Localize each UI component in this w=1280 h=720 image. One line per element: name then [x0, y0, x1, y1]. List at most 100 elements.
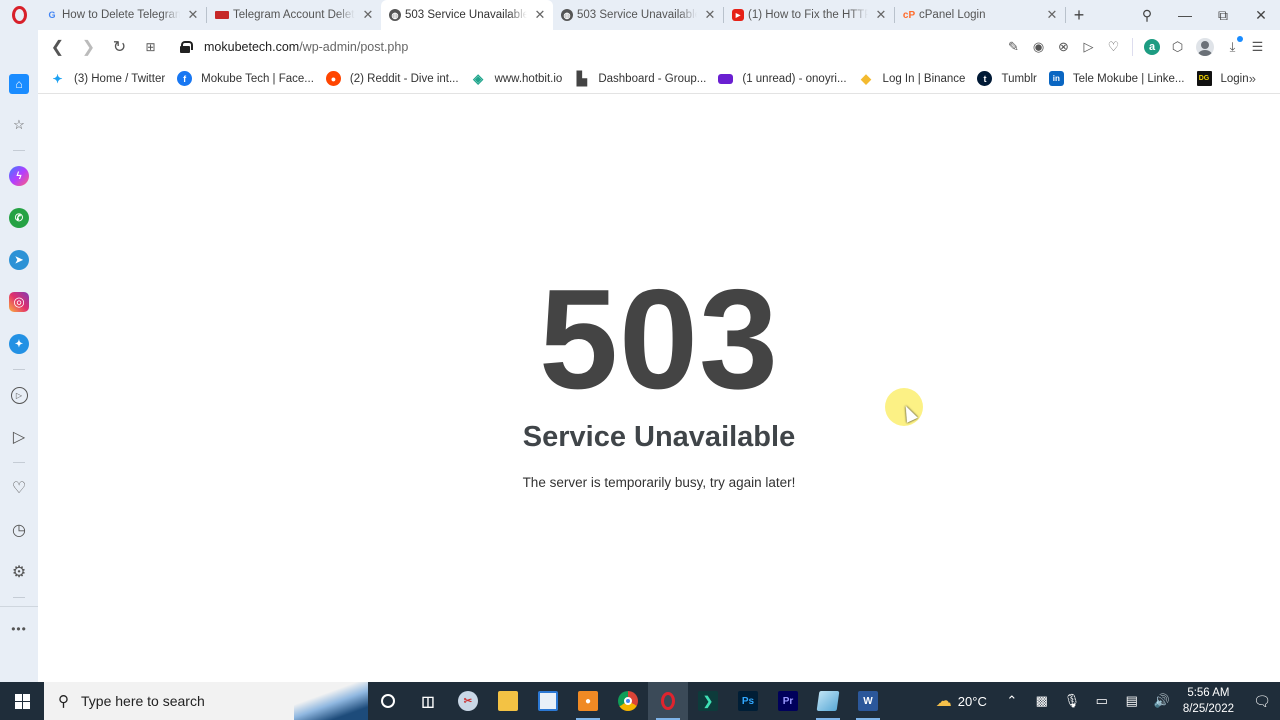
sidebar-twitter[interactable]: ✦ — [0, 323, 38, 365]
notification-center-icon[interactable]: 🗨 — [1244, 693, 1280, 710]
tab-3[interactable]: ◍ 503 Service Unavailable ✕ — [553, 0, 723, 30]
close-icon[interactable]: ✕ — [703, 7, 717, 23]
bookmark-dashboard[interactable]: ▙ Dashboard - Group... — [574, 71, 707, 86]
adblock-icon[interactable]: ⊗ — [1051, 39, 1076, 55]
camera-tray-icon[interactable]: ▩ — [1027, 693, 1057, 709]
clock[interactable]: 5:56 AM 8/25/2022 — [1183, 685, 1234, 717]
battery-icon[interactable]: ▭ — [1087, 693, 1117, 709]
tab-0[interactable]: G How to Delete Telegram ✕ — [38, 0, 206, 30]
globe-icon: ◍ — [389, 9, 401, 21]
close-window-button[interactable]: ✕ — [1242, 7, 1280, 24]
back-button[interactable]: ❮ — [42, 37, 73, 57]
forward-button[interactable]: ❯ — [73, 37, 104, 57]
sidebar-history[interactable]: ◷ — [0, 509, 38, 551]
extensions-cube-icon[interactable]: ⬡ — [1165, 39, 1190, 55]
sidebar-more[interactable]: ••• — [0, 607, 38, 651]
tabs-grid-button[interactable]: ⊞ — [135, 40, 166, 54]
minimize-button[interactable]: — — [1166, 7, 1204, 23]
send-icon[interactable]: ▷ — [1076, 39, 1101, 55]
easy-setup-icon[interactable]: ☰ — [1245, 39, 1270, 55]
url-path: /wp-admin/post.php — [299, 40, 409, 54]
taskbar-app-filmora[interactable]: ❯ — [688, 682, 728, 720]
bookmark-login[interactable]: DG Login — [1196, 71, 1249, 86]
weather-widget[interactable]: ☁ 20°C — [936, 691, 987, 711]
sidebar-telegram[interactable]: ➤ — [0, 239, 38, 281]
close-icon[interactable]: ✕ — [1045, 7, 1059, 23]
taskbar-app-explorer[interactable] — [488, 682, 528, 720]
word-icon: W — [858, 691, 878, 711]
instagram-icon: ◎ — [9, 292, 29, 312]
taskbar-app-news[interactable] — [528, 682, 568, 720]
taskbar-app-recorder[interactable]: ● — [568, 682, 608, 720]
sidebar-bookmarks[interactable]: ♡ — [0, 467, 38, 509]
url-field[interactable]: mokubetech.com/wp-admin/post.php — [180, 40, 408, 54]
tab-search-icon[interactable]: ⚲ — [1128, 7, 1166, 24]
restore-button[interactable]: ⧉ — [1204, 7, 1242, 24]
tab-title: How to Delete Telegram — [62, 9, 180, 21]
taskbar-app-photoshop[interactable]: Ps — [728, 682, 768, 720]
sidebar-messenger[interactable]: ϟ — [0, 155, 38, 197]
mail-icon — [718, 73, 734, 84]
tab-2-active[interactable]: ◍ 503 Service Unavailable ✕ — [381, 0, 553, 30]
tab-5[interactable]: cP cPanel Login ✕ — [895, 0, 1065, 30]
tab-4[interactable]: ▶ (1) How to Fix the HTTP ✕ — [724, 0, 894, 30]
close-icon[interactable]: ✕ — [533, 7, 547, 23]
taskbar-app-word[interactable]: W — [848, 682, 888, 720]
sidebar: ⌂ ☆ ϟ ✆ ➤ ◎ ✦ ▷ ▷ ♡ ◷ ⚙ ••• — [0, 30, 38, 682]
bookmark-hotbit[interactable]: ◈ www.hotbit.io — [471, 71, 562, 86]
network-icon[interactable]: ▤ — [1117, 693, 1147, 709]
edit-icon[interactable]: ✎ — [1001, 39, 1026, 55]
microphone-icon[interactable]: 🎙 — [1057, 693, 1087, 709]
bookmark-label: (1 unread) - onoyri... — [742, 72, 847, 85]
close-icon[interactable]: ✕ — [361, 7, 375, 23]
bookmark-binance[interactable]: ◆ Log In | Binance — [859, 70, 965, 86]
start-button[interactable] — [0, 682, 44, 720]
close-icon[interactable]: ✕ — [874, 7, 888, 23]
aria-icon[interactable]: a — [1144, 39, 1160, 55]
sidebar-instagram[interactable]: ◎ — [0, 281, 38, 323]
bookmark-twitter[interactable]: ✦ (3) Home / Twitter — [50, 71, 165, 86]
bookmarks-overflow-button[interactable]: » — [1249, 71, 1256, 86]
bookmark-reddit[interactable]: ● (2) Reddit - Dive int... — [325, 71, 459, 86]
taskbar-search[interactable]: ⚲ Type here to search — [44, 682, 368, 720]
taskbar-app-opera[interactable] — [648, 682, 688, 720]
taskbar-app-premiere[interactable]: Pr — [768, 682, 808, 720]
sidebar-settings[interactable]: ⚙ — [0, 551, 38, 593]
bookmark-tumblr[interactable]: t Tumblr — [977, 71, 1037, 86]
temperature: 20°C — [957, 693, 987, 709]
bookmarks-bar: ✦ (3) Home / Twitter f Mokube Tech | Face.… — [38, 64, 1280, 94]
sidebar-speed-dial[interactable]: ☆ — [0, 104, 38, 146]
cortana-button[interactable] — [368, 682, 408, 720]
sidebar-player[interactable]: ▷ — [0, 374, 38, 416]
twitter-icon: ✦ — [52, 71, 63, 86]
lock-icon[interactable] — [180, 41, 193, 53]
download-icon[interactable]: ⤓ — [1220, 36, 1245, 55]
bookmark-facebook[interactable]: f Mokube Tech | Face... — [177, 71, 314, 86]
snipping-tool-icon: ✂ — [458, 691, 478, 711]
tab-1[interactable]: Telegram Account Delete ✕ — [207, 0, 381, 30]
sidebar-divider — [13, 150, 25, 151]
sidebar-whatsapp[interactable]: ✆ — [0, 197, 38, 239]
taskbar-app-notepad[interactable] — [808, 682, 848, 720]
close-icon[interactable]: ✕ — [186, 7, 200, 23]
bookmark-label: Tele Mokube | Linke... — [1072, 72, 1185, 85]
new-tab-button[interactable]: + — [1066, 5, 1092, 26]
volume-icon[interactable]: 🔊 — [1147, 693, 1177, 709]
sidebar-home[interactable]: ⌂ — [0, 64, 38, 104]
bookmark-linkedin[interactable]: in Tele Mokube | Linke... — [1048, 71, 1185, 86]
taskbar-app-chrome[interactable] — [608, 682, 648, 720]
show-hidden-icons-button[interactable]: ⌃ — [997, 693, 1027, 709]
gear-icon: ⚙ — [11, 564, 27, 581]
reload-button[interactable]: ↻ — [104, 37, 135, 57]
bookmark-mail[interactable]: (1 unread) - onoyri... — [718, 72, 847, 85]
heart-icon[interactable]: ♡ — [1101, 39, 1126, 55]
taskbar-app-snip[interactable]: ✂ — [448, 682, 488, 720]
task-view-button[interactable]: ◫ — [408, 682, 448, 720]
profile-avatar[interactable] — [1196, 38, 1214, 56]
screen-recorder-icon: ● — [578, 691, 598, 711]
binance-icon: ◆ — [861, 70, 872, 86]
telegram-icon: ➤ — [9, 250, 29, 270]
opera-menu-button[interactable] — [0, 0, 38, 30]
sidebar-flow[interactable]: ▷ — [0, 416, 38, 458]
camera-icon[interactable]: ◉ — [1026, 39, 1051, 55]
